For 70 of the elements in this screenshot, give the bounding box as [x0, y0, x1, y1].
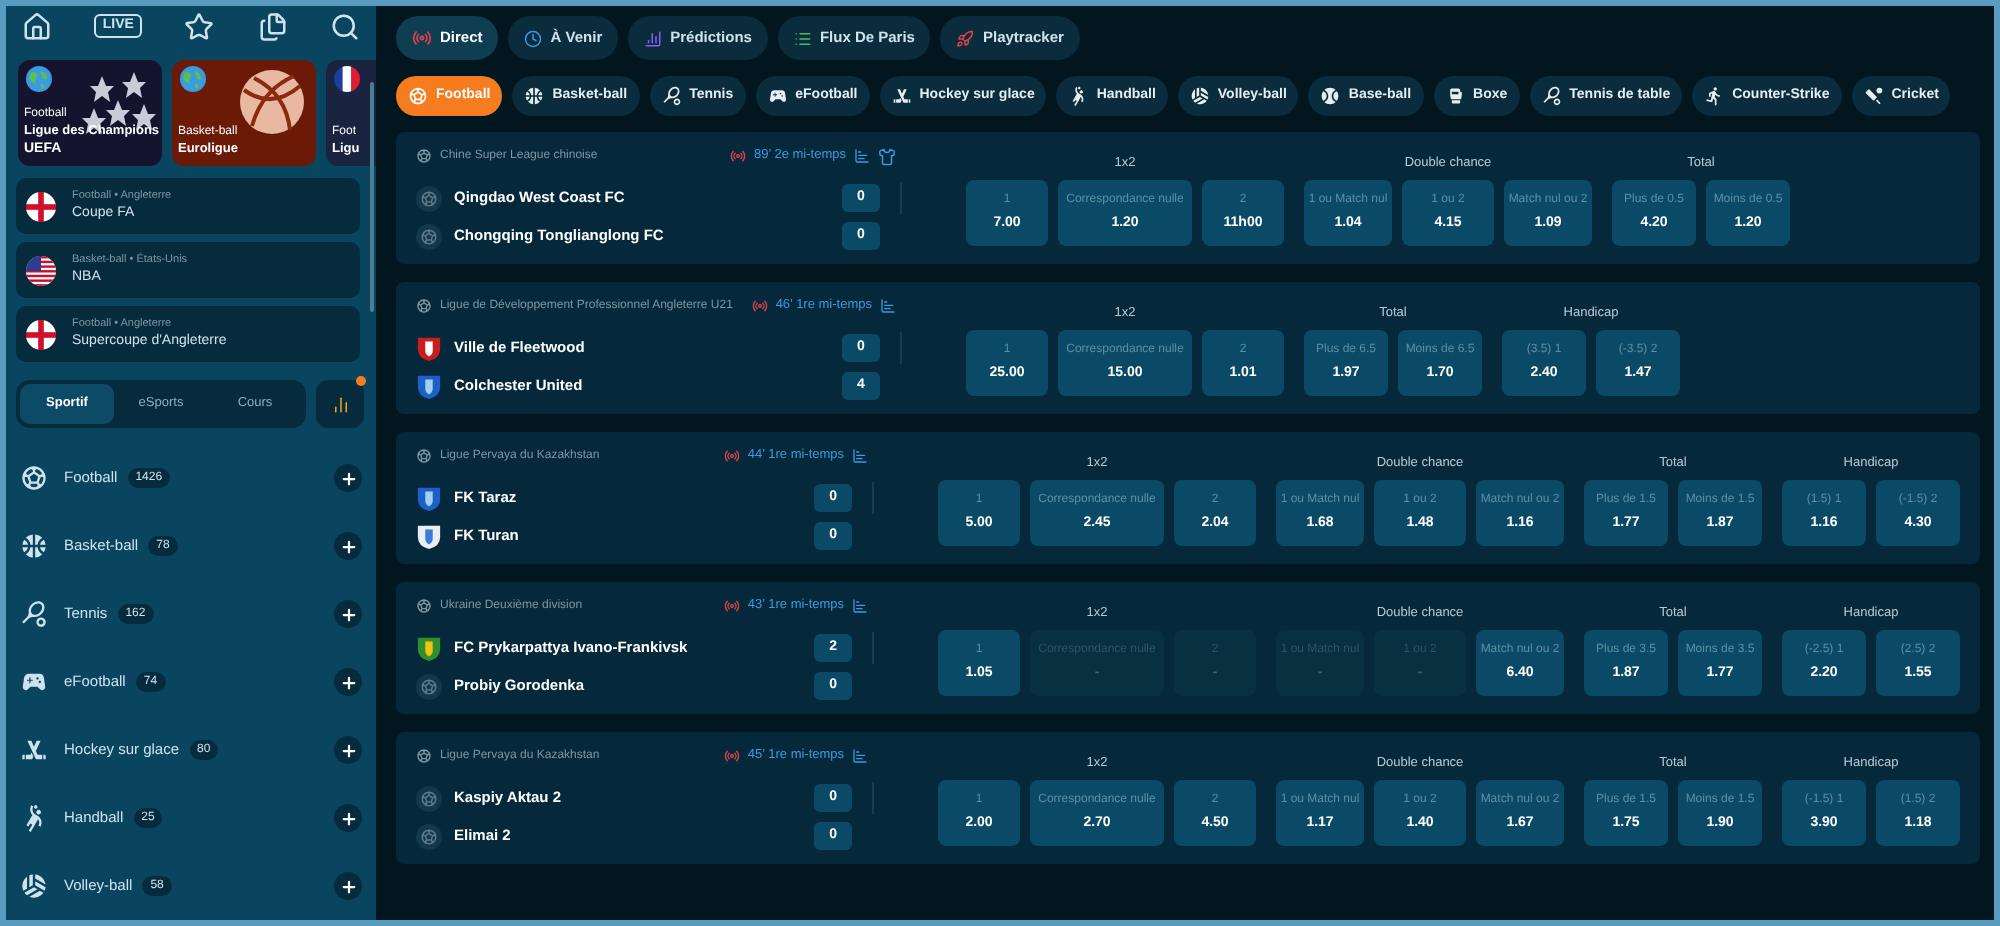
plus-icon: [339, 605, 357, 623]
expand-button[interactable]: [334, 668, 362, 696]
handball-icon: [1068, 86, 1089, 106]
cricket-bat-icon: [1863, 86, 1884, 106]
live-icon: [729, 148, 746, 164]
tennis-racket-icon: [20, 600, 48, 628]
live-icon: [751, 298, 768, 314]
basketball-artwork: [234, 66, 310, 138]
globe-icon: [26, 66, 52, 92]
plus-icon: [339, 809, 357, 827]
stats-icon[interactable]: [854, 148, 870, 164]
runner-icon: [1704, 86, 1725, 106]
ball-placeholder-icon: [416, 785, 442, 811]
stats-icon[interactable]: [880, 298, 896, 314]
clock-icon: [524, 29, 543, 47]
expand-button[interactable]: [334, 872, 362, 900]
chart-icon: [331, 395, 349, 413]
search-icon[interactable]: [330, 11, 360, 41]
plus-icon: [339, 877, 357, 895]
gamepad-icon: [20, 668, 48, 696]
basketball-icon: [20, 532, 48, 560]
hockey-stick-icon: [20, 736, 48, 764]
plus-icon: [339, 469, 357, 487]
club-crest-icon: [416, 485, 442, 511]
stats-icon[interactable]: [852, 598, 869, 614]
ball-placeholder-icon: [416, 673, 442, 699]
tennis-racket-icon: [661, 86, 682, 106]
live-icon: [723, 598, 740, 614]
club-crest-icon: [416, 635, 442, 661]
stats-icon[interactable]: [852, 748, 869, 764]
broadcast-icon: [412, 28, 432, 48]
live-icon: [723, 748, 740, 764]
ball-placeholder-icon: [416, 823, 442, 849]
plus-icon: [339, 673, 357, 691]
ball-placeholder-icon: [416, 223, 442, 249]
expand-button[interactable]: [334, 464, 362, 492]
hockey-stick-icon: [891, 86, 912, 106]
plus-icon: [339, 537, 357, 555]
expand-button[interactable]: [334, 736, 362, 764]
volleyball-icon: [20, 872, 48, 900]
club-crest-icon: [416, 523, 442, 549]
france-flag-icon: [334, 66, 360, 92]
live-icon: [723, 448, 740, 464]
basketball-icon: [524, 86, 545, 106]
expand-button[interactable]: [334, 600, 362, 628]
scrollbar-thumb[interactable]: [370, 82, 374, 312]
rocket-icon: [956, 29, 975, 47]
document-icon[interactable]: [257, 11, 288, 41]
stats-button[interactable]: [316, 380, 364, 428]
baseball-icon: [1320, 86, 1341, 106]
club-crest-icon: [416, 335, 442, 361]
ball-placeholder-icon: [416, 185, 442, 211]
home-icon[interactable]: [22, 11, 52, 41]
stats-icon[interactable]: [852, 448, 869, 464]
plus-icon: [339, 741, 357, 759]
list-icon: [793, 29, 812, 47]
bar-chart-icon: [644, 29, 663, 47]
globe-icon: [180, 66, 206, 92]
jersey-icon[interactable]: [878, 147, 896, 165]
club-crest-icon: [416, 373, 442, 399]
gamepad-icon: [767, 86, 788, 106]
paddle-icon: [1541, 86, 1562, 106]
glove-icon: [1445, 86, 1466, 106]
england-flag-icon: [26, 191, 56, 221]
usa-flag-icon: [26, 255, 56, 285]
volleyball-icon: [1189, 86, 1210, 106]
england-flag-icon: [26, 319, 56, 349]
expand-button[interactable]: [334, 804, 362, 832]
star-icon[interactable]: [184, 11, 215, 41]
expand-button[interactable]: [334, 532, 362, 560]
